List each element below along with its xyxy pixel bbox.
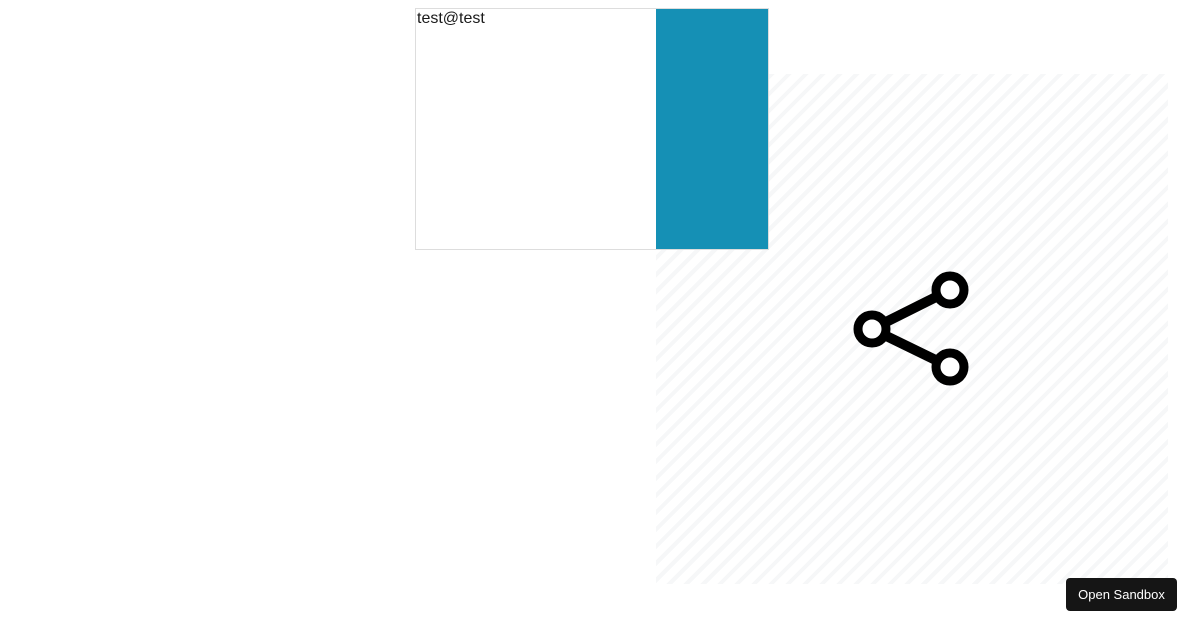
- card-accent-panel: [656, 9, 768, 249]
- user-email: test@test: [417, 10, 485, 27]
- card-content: test@test: [416, 9, 656, 249]
- share-icon: [853, 271, 969, 386]
- page: test@test Open Sandbox: [0, 0, 1200, 630]
- user-card: test@test: [415, 8, 769, 250]
- open-sandbox-button[interactable]: Open Sandbox: [1066, 578, 1177, 611]
